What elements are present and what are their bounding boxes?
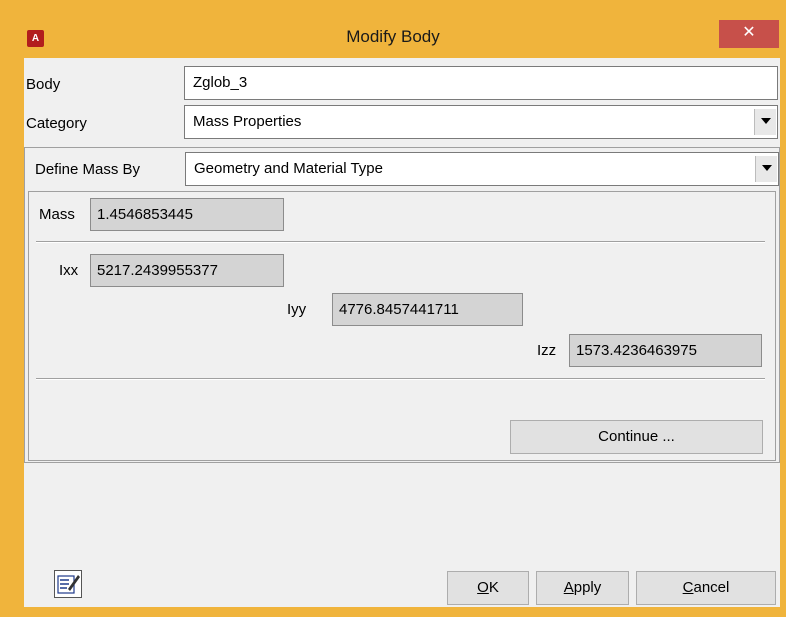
separator <box>36 378 765 380</box>
ok-label-rest: K <box>488 579 499 596</box>
body-name-input[interactable]: Zglob_3 <box>184 66 778 100</box>
chevron-down-icon[interactable] <box>755 156 777 182</box>
iyy-value-field: 4776.8457441711 <box>332 293 523 326</box>
ok-accelerator: O <box>477 579 489 596</box>
apply-button[interactable]: Apply <box>536 571 629 605</box>
apply-label-rest: pply <box>573 579 602 596</box>
mass-value-field: 1.4546853445 <box>90 198 284 231</box>
mass-label: Mass <box>39 206 75 223</box>
define-mass-value: Geometry and Material Type <box>194 160 383 177</box>
ixx-label: Ixx <box>59 262 79 279</box>
modify-body-window: A Modify Body ✕ Body Zglob_3 Category Ma… <box>0 0 786 617</box>
define-mass-select[interactable]: Geometry and Material Type <box>185 152 779 186</box>
title-bar[interactable]: A Modify Body ✕ <box>0 0 786 56</box>
close-icon: ✕ <box>742 24 756 41</box>
continue-button[interactable]: Continue ... <box>510 420 763 454</box>
cancel-button[interactable]: Cancel <box>636 571 776 605</box>
cancel-label-rest: ancel <box>693 579 730 596</box>
separator <box>36 241 765 243</box>
define-mass-label: Define Mass By <box>35 161 141 178</box>
iyy-label: Iyy <box>287 301 307 318</box>
body-label: Body <box>26 76 61 93</box>
ixx-value-field: 5217.2439955377 <box>90 254 284 287</box>
category-value: Mass Properties <box>193 113 302 130</box>
category-select[interactable]: Mass Properties <box>184 105 778 139</box>
close-button[interactable]: ✕ <box>719 20 779 48</box>
izz-label: Izz <box>537 342 557 359</box>
apply-accelerator: A <box>563 579 574 596</box>
category-label: Category <box>26 115 87 132</box>
mass-properties-group: Define Mass By Geometry and Material Typ… <box>24 147 780 463</box>
cancel-accelerator: C <box>682 579 694 596</box>
notes-icon[interactable] <box>54 570 82 598</box>
izz-value-field: 1573.4236463975 <box>569 334 762 367</box>
inertia-panel: Mass 1.4546853445 Ixx 5217.2439955377 Iy… <box>28 191 776 461</box>
ok-button[interactable]: OK <box>447 571 529 605</box>
window-title: Modify Body <box>346 27 440 46</box>
dialog-client-area: Body Zglob_3 Category Mass Properties De… <box>24 58 780 607</box>
chevron-down-icon[interactable] <box>754 109 776 135</box>
